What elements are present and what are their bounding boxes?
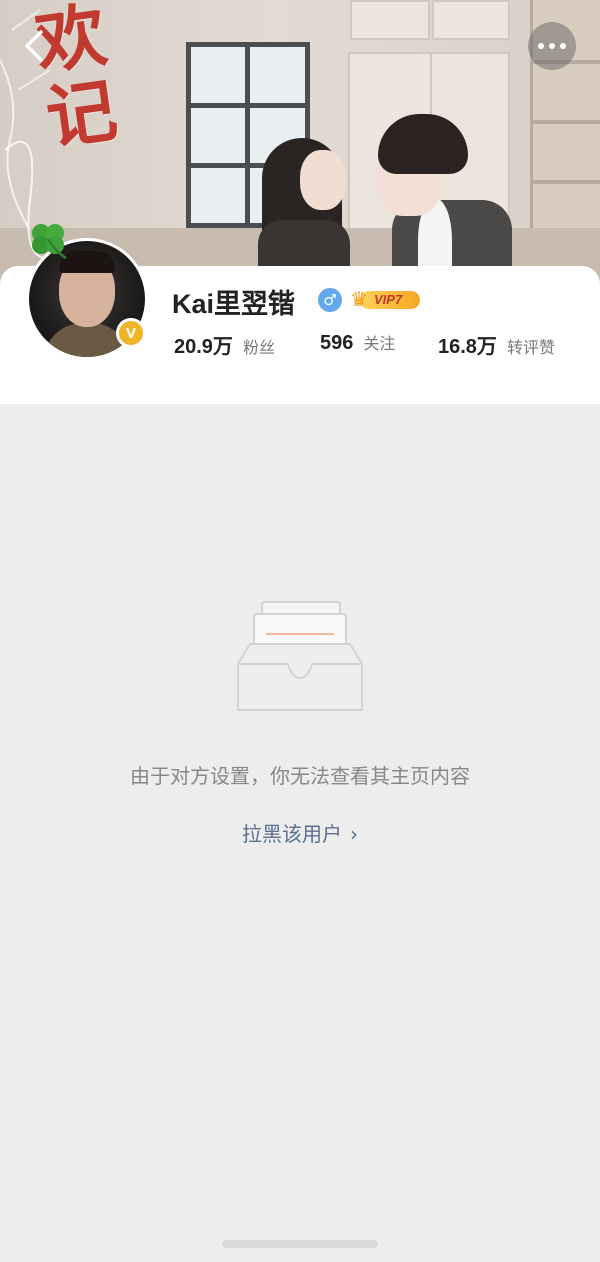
stat-value: 16.8万 <box>438 336 497 358</box>
stat-interactions[interactable]: 16.8万 转评赞 <box>438 330 555 359</box>
vip-crown-icon: ♛ <box>350 287 368 311</box>
more-button[interactable] <box>528 22 576 70</box>
home-indicator[interactable] <box>222 1240 378 1248</box>
more-icon <box>549 43 555 49</box>
empty-inbox-icon <box>237 601 363 711</box>
block-user-link[interactable]: 拉黑该用户 › <box>0 818 600 847</box>
more-icon <box>560 43 566 49</box>
stat-label: 关注 <box>363 334 396 353</box>
stat-label: 粉丝 <box>242 338 275 357</box>
verified-icon: V <box>116 318 146 348</box>
vip-badge[interactable]: ♛ VIP7 <box>350 287 422 311</box>
more-icon <box>538 43 544 49</box>
stat-followers[interactable]: 20.9万 粉丝 <box>174 330 275 359</box>
chevron-right-icon: › <box>350 822 358 846</box>
male-icon: ♂ <box>318 288 342 312</box>
back-button[interactable] <box>14 26 54 66</box>
stat-value: 596 <box>320 332 354 354</box>
stat-following[interactable]: 596 关注 <box>320 330 395 355</box>
stat-label: 转评赞 <box>506 338 555 357</box>
username: Kai里翌锴 <box>172 289 296 319</box>
stat-value: 20.9万 <box>174 336 233 358</box>
block-user-label: 拉黑该用户 <box>242 822 342 846</box>
clover-icon <box>32 224 67 260</box>
cover-cabinet <box>350 0 430 40</box>
back-icon <box>25 30 43 62</box>
cover-person-face <box>300 150 346 210</box>
empty-state-message: 由于对方设置，你无法查看其主页内容 <box>130 764 470 788</box>
cover-cabinet <box>432 0 510 40</box>
vip-label: VIP7 <box>374 292 403 307</box>
